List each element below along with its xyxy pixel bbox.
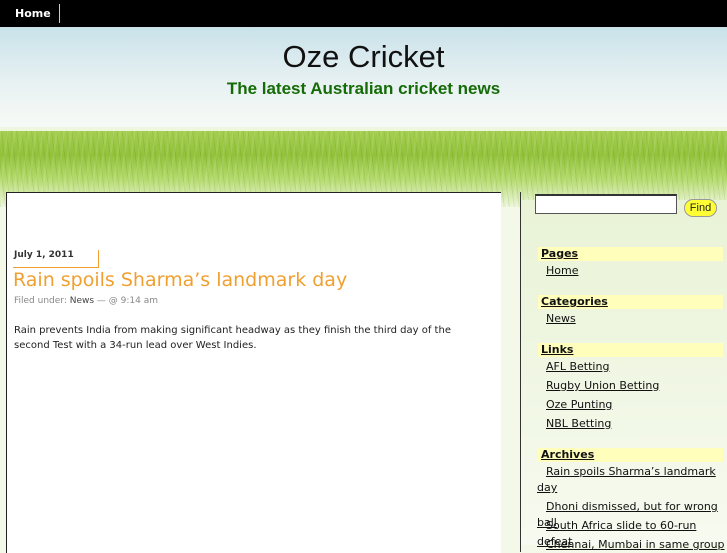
- archive-link[interactable]: Rain spoils Sharma’s landmark day: [537, 465, 716, 494]
- sidebar-link-rugby-union-betting[interactable]: Rugby Union Betting: [546, 379, 659, 393]
- post-title-link[interactable]: Rain spoils Sharma’s landmark day: [13, 269, 347, 291]
- archive-item[interactable]: Rain spoils Sharma’s landmark day: [537, 464, 725, 496]
- top-nav-bar: Home: [0, 0, 727, 27]
- post-category-link[interactable]: News: [70, 296, 94, 306]
- sidebar-category-news[interactable]: News: [546, 312, 576, 326]
- pages-heading: Pages: [538, 247, 723, 261]
- sidebar-page-home[interactable]: Home: [546, 264, 578, 278]
- post-meta-prefix: Filed under:: [14, 296, 70, 306]
- links-heading: Links: [538, 343, 723, 357]
- post-meta-time: — @ 9:14 am: [94, 296, 158, 306]
- archives-heading: Archives: [538, 448, 723, 462]
- post-meta: Filed under: News — @ 9:14 am: [14, 296, 158, 306]
- site-tagline: The latest Australian cricket news: [226, 79, 501, 98]
- site-header: Oze Cricket The latest Australian cricke…: [0, 27, 727, 127]
- search-input[interactable]: [535, 194, 677, 214]
- post-body: Rain prevents India from making signific…: [14, 325, 451, 351]
- categories-heading: Categories: [538, 295, 723, 309]
- main-content: [6, 192, 501, 553]
- sidebar-link-oze-punting[interactable]: Oze Punting: [546, 398, 612, 412]
- site-title[interactable]: Oze Cricket: [0, 39, 727, 75]
- sidebar-link-afl-betting[interactable]: AFL Betting: [546, 360, 609, 374]
- post-date: July 1, 2011: [13, 250, 99, 268]
- sidebar-link-nbl-betting[interactable]: NBL Betting: [546, 417, 611, 431]
- find-button[interactable]: Find: [684, 199, 717, 217]
- banner-divider: [0, 127, 727, 131]
- archive-item[interactable]: Chennai, Mumbai in same group: [537, 537, 725, 553]
- nav-home-link[interactable]: Home: [8, 4, 60, 23]
